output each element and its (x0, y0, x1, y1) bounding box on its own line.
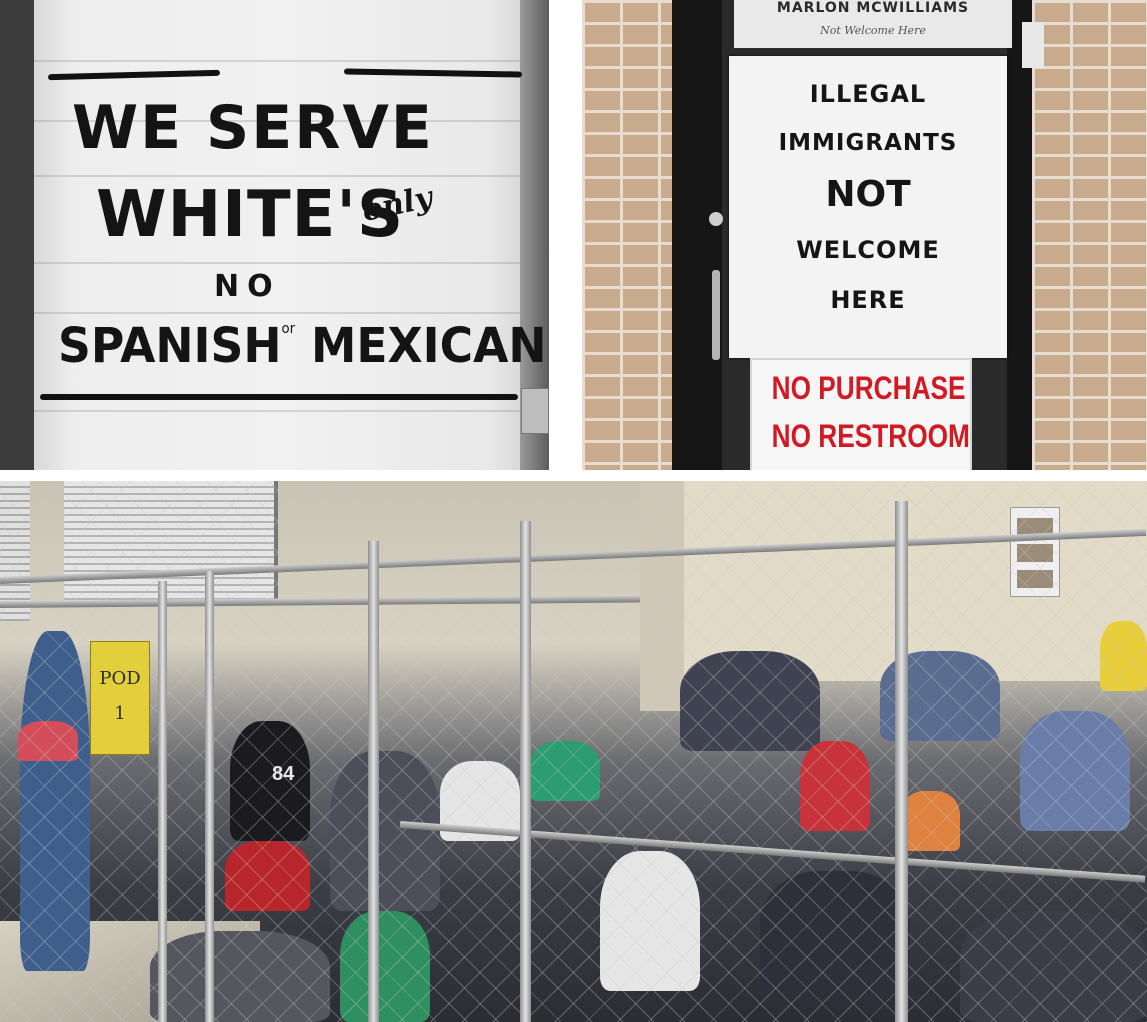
notice-sign: ILLEGAL IMMIGRANTS NOT WELCOME HERE (729, 56, 1007, 358)
sign-word-mexicans: MEXICANS (310, 318, 549, 374)
fence-post (205, 571, 214, 1022)
photo-door-signs: MARLON MCWILLIAMS Not Welcome Here ILLEG… (582, 0, 1147, 470)
pod-sign: POD 1 (90, 641, 150, 755)
door-latch (521, 388, 549, 434)
photo-detention-facility: POD 1 84 (0, 481, 1147, 1022)
restroom-line-no-restroom: NO RESTROOM (771, 418, 970, 454)
door-lock-icon (709, 212, 723, 226)
sign-line-whites: WHITE'S (96, 178, 405, 252)
plaque-subtitle: Not Welcome Here (820, 24, 926, 37)
restroom-sign: NO PURCHASE NO RESTROOM (750, 358, 972, 470)
notice-line-illegal: ILLEGAL (809, 80, 927, 108)
sign-line-spanish-mexicans: SPANISHor MEXICANS (58, 322, 549, 370)
notice-line-welcome: WELCOME (796, 236, 940, 264)
wall-board-seam (34, 60, 539, 62)
wall-board-seam (34, 262, 539, 264)
chain-link-fence (0, 481, 1147, 1022)
sign-line-no: NO (214, 269, 281, 304)
pod-sign-number: 1 (114, 703, 126, 724)
door-sticker (1022, 22, 1044, 68)
notice-line-immigrants: IMMIGRANTS (778, 130, 958, 156)
fence-post (895, 501, 908, 1022)
wall-board-seam (34, 175, 539, 177)
jersey-number: 84 (272, 763, 295, 785)
fence-post (520, 521, 531, 1022)
pod-sign-label: POD (99, 668, 141, 689)
fence-post (368, 541, 379, 1022)
photo-painted-sign: WE SERVE WHITE'S only NO SPANISHor MEXIC… (0, 0, 549, 470)
notice-line-here: HERE (830, 286, 906, 314)
notice-line-not: NOT (825, 174, 911, 215)
fence-post (158, 581, 167, 1022)
sign-line-we-serve: WE SERVE (72, 93, 434, 163)
plaque-name: MARLON MCWILLIAMS (776, 0, 970, 16)
restroom-line-no-purchase: NO PURCHASE (771, 370, 966, 406)
sign-word-or: or (281, 321, 296, 337)
sign-word-spanish: SPANISH (58, 318, 282, 374)
wall-board-seam (34, 410, 539, 412)
painted-underline (40, 394, 518, 400)
wall-board-seam (34, 312, 539, 314)
brick-wall-left (582, 0, 672, 470)
brick-wall-right (1032, 0, 1147, 470)
door-handle (712, 270, 720, 360)
top-plaque: MARLON MCWILLIAMS Not Welcome Here (734, 0, 1012, 48)
